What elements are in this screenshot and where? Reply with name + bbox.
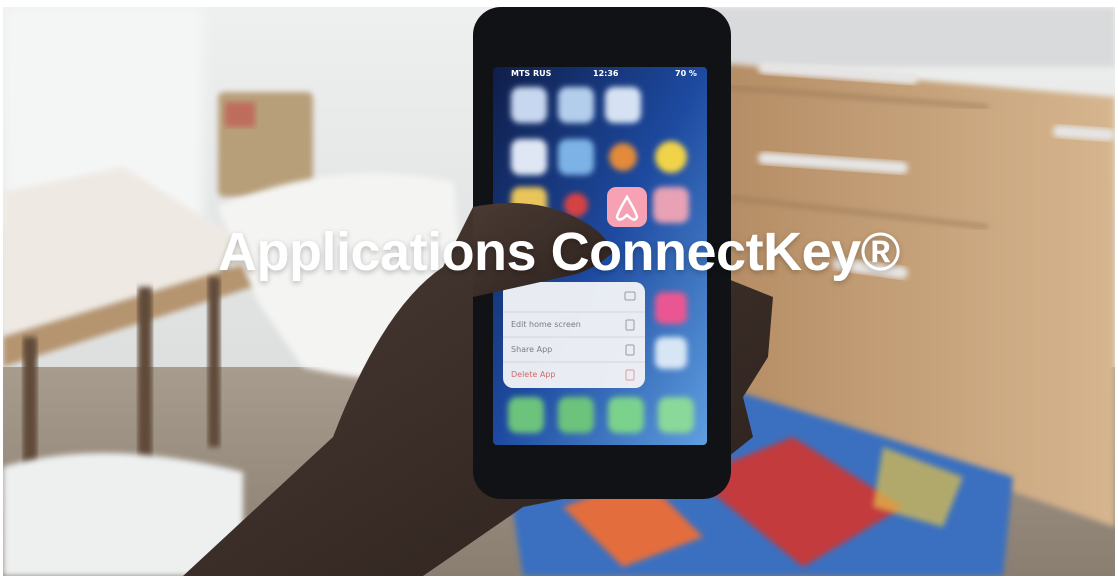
- menu-item-delete-app: Delete App: [511, 370, 556, 379]
- hero-banner: MTS RUS 12:36 70 % Edit home screen Shar…: [3, 7, 1115, 576]
- hero-title: Applications ConnectKey®: [218, 222, 900, 282]
- hero-background-image: [3, 7, 1115, 576]
- battery-label: 70 %: [675, 69, 697, 78]
- menu-item-share-app: Share App: [511, 345, 553, 354]
- carrier-label: MTS RUS: [511, 69, 552, 78]
- menu-item-edit-home-screen: Edit home screen: [511, 320, 581, 329]
- clock-label: 12:36: [593, 69, 619, 78]
